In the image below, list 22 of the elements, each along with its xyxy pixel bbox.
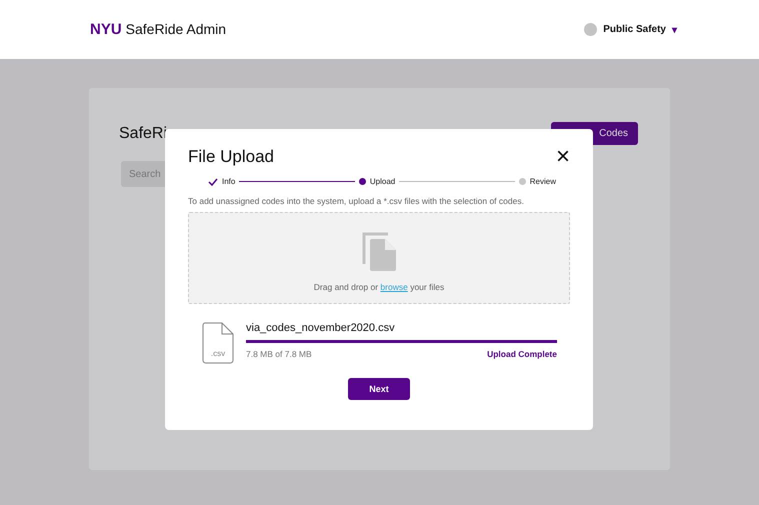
instructions-text: To add unassigned codes into the system, upload a *.csv files with the selection of codes. <box>188 196 525 206</box>
drop-text: Drag and drop or browse your files <box>314 282 444 292</box>
page-title: SafeRi <box>119 124 168 142</box>
avatar-icon <box>584 23 598 36</box>
upload-status: Upload Complete <box>487 349 557 359</box>
step-dot-icon <box>518 178 526 185</box>
user-menu[interactable]: Public Safety ▾ <box>584 23 677 36</box>
modal-title: File Upload <box>188 147 274 167</box>
step-label[interactable]: Info <box>222 177 236 186</box>
brand-logo: NYU <box>90 21 122 38</box>
file-size: 7.8 MB of 7.8 MB <box>246 349 312 359</box>
step-label[interactable]: Upload <box>370 177 396 186</box>
csv-file-icon: .csv <box>202 322 234 364</box>
step-label[interactable]: Review <box>530 177 556 186</box>
check-icon <box>208 178 218 186</box>
close-button[interactable]: × <box>556 147 570 167</box>
drop-zone[interactable]: Drag and drop or browse your files <box>188 212 570 304</box>
app-title: SafeRide Admin <box>126 21 226 37</box>
step-dot-icon <box>358 178 366 185</box>
file-name: via_codes_november2020.csv <box>246 322 396 334</box>
documents-icon <box>362 232 396 272</box>
next-button[interactable]: Next <box>348 378 410 400</box>
